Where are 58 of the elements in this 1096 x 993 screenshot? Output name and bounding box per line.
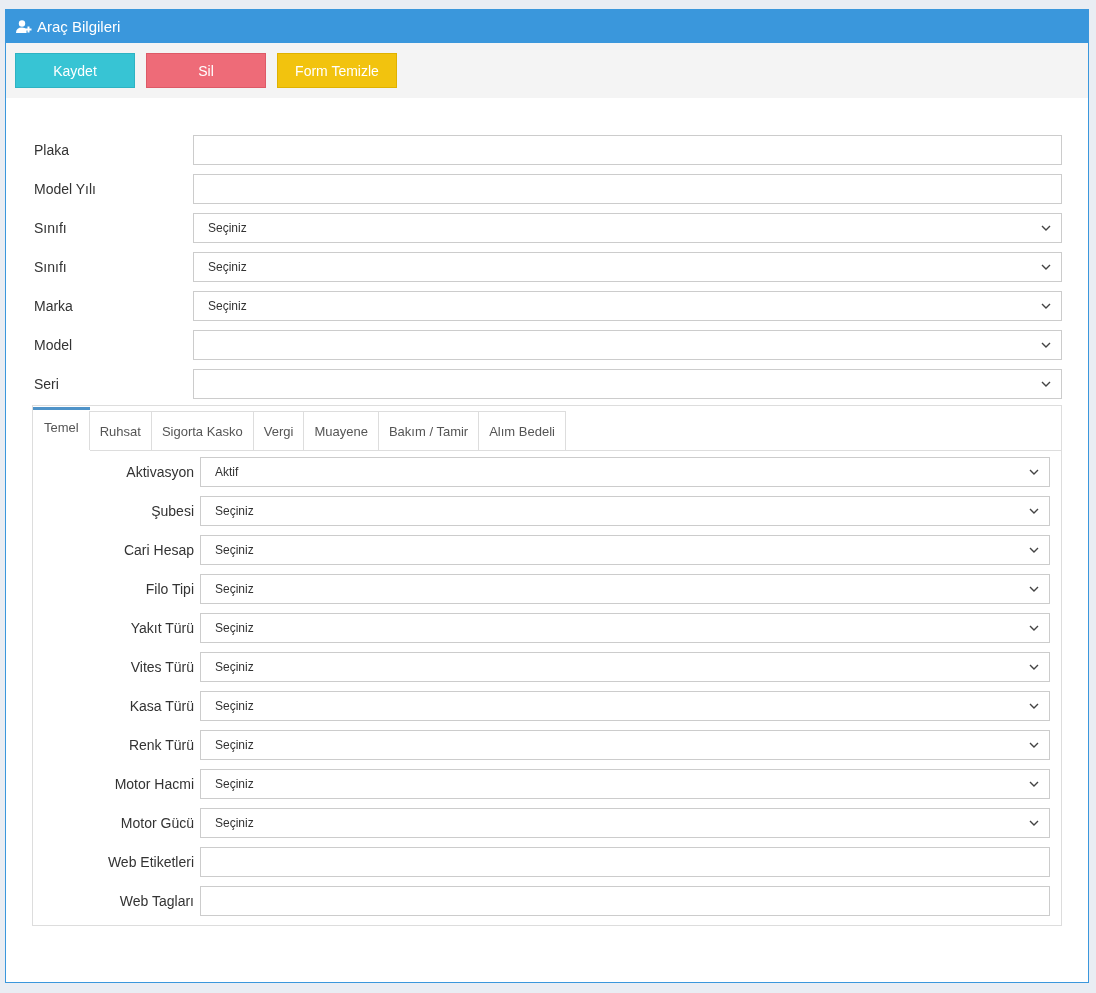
field-label: Motor Hacmi	[113, 776, 194, 792]
select-field[interactable]: Seçiniz	[200, 535, 1050, 565]
select-field[interactable]: Seçiniz	[193, 213, 1062, 243]
chevron-icon	[1029, 781, 1039, 787]
field-label: Marka	[33, 298, 74, 314]
select-field[interactable]	[193, 369, 1062, 399]
select-field[interactable]	[193, 330, 1062, 360]
field-label: Şubesi	[150, 503, 194, 519]
field-label: Motor Gücü	[119, 815, 194, 831]
field-label: Cari Hesap	[122, 542, 194, 558]
select-field[interactable]: Seçiniz	[200, 691, 1050, 721]
select-field[interactable]: Seçiniz	[193, 291, 1062, 321]
field-label: Web Etiketleri	[106, 854, 194, 870]
chevron-icon	[1029, 820, 1039, 826]
chevron-icon	[1041, 225, 1051, 231]
chevron-icon	[1029, 469, 1039, 475]
tab[interactable]: Ruhsat	[88, 411, 152, 450]
select-field[interactable]: Seçiniz	[200, 496, 1050, 526]
field-label: Filo Tipi	[144, 581, 194, 597]
select-field[interactable]: Seçiniz	[200, 808, 1050, 838]
select-field[interactable]: Seçiniz	[200, 652, 1050, 682]
field-label: Model Yılı	[33, 181, 97, 197]
select-field[interactable]: Seçiniz	[193, 252, 1062, 282]
chevron-icon	[1041, 264, 1051, 270]
field-label: Sınıfı	[33, 259, 68, 275]
select-field[interactable]: Seçiniz	[200, 769, 1050, 799]
text-field[interactable]	[200, 847, 1050, 877]
field-label: Web Tagları	[118, 893, 194, 909]
chevron-icon	[1029, 547, 1039, 553]
chevron-icon	[1041, 381, 1051, 387]
chevron-icon	[1041, 303, 1051, 309]
select-field[interactable]: Aktif	[200, 457, 1050, 487]
field-label: Model	[33, 337, 74, 353]
field-label: Aktivasyon	[125, 464, 194, 480]
chevron-icon	[1029, 508, 1039, 514]
field-label: Yakıt Türü	[129, 620, 194, 636]
select-field[interactable]: Seçiniz	[200, 730, 1050, 760]
chevron-icon	[1029, 586, 1039, 592]
field-label: Seri	[33, 376, 60, 392]
chevron-icon	[1029, 742, 1039, 748]
add-user-icon	[16, 20, 32, 33]
chevron-icon	[1029, 625, 1039, 631]
field-label: Plaka	[33, 142, 71, 158]
text-field[interactable]	[193, 174, 1062, 204]
text-field[interactable]	[200, 886, 1050, 916]
text-field[interactable]	[193, 135, 1062, 165]
chevron-icon	[1041, 342, 1051, 348]
tab[interactable]: Alım Bedeli	[478, 411, 566, 450]
field-label: Vites Türü	[129, 659, 194, 675]
select-field[interactable]: Seçiniz	[200, 613, 1050, 643]
field-label: Sınıfı	[33, 220, 68, 236]
select-field[interactable]: Seçiniz	[200, 574, 1050, 604]
chevron-icon	[1029, 703, 1039, 709]
tab[interactable]: Temel	[33, 407, 90, 451]
chevron-icon	[1029, 664, 1039, 670]
panel-title: Araç Bilgileri	[37, 18, 121, 35]
field-label: Renk Türü	[127, 737, 194, 753]
field-label: Kasa Türü	[128, 698, 194, 714]
